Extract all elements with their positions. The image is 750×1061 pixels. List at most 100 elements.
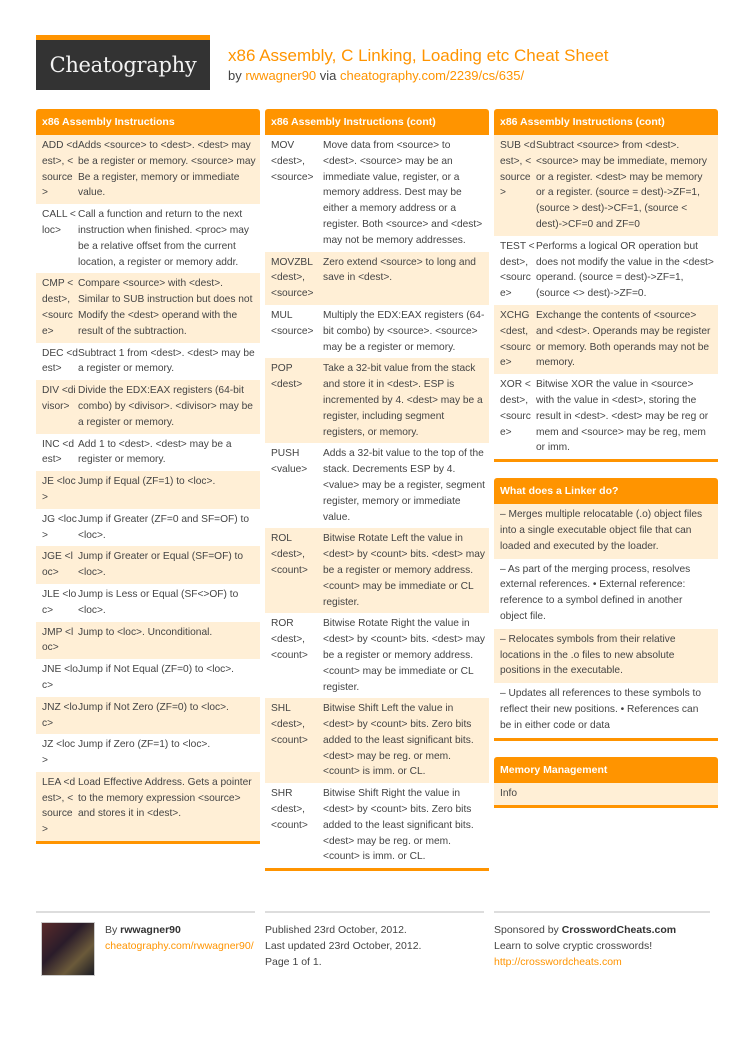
instruction-mnemonic: PUSH <value> [271, 448, 308, 476]
instruction-mnemonic: CALL <loc> [42, 209, 76, 236]
section-linker: What does a Linker do? – Merges multiple… [494, 478, 718, 741]
instruction-description: Bitwise Shift Left the value in <dest> b… [323, 703, 474, 778]
instruction-row: JGE <loc> Jump if Greater or Equal (SF=OF… [36, 546, 260, 584]
instruction-description: Call a function and return to the next i… [78, 209, 250, 268]
instruction-description: Multiply the EDX:EAX registers (64-bit c… [323, 309, 485, 353]
section-paragraph: – Relocates symbols from their relative … [494, 628, 718, 684]
footer-author: By rwwagner90 cheatography.com/rwwagner9… [36, 911, 255, 976]
instruction-mnemonic: SHR <dest>, <count> [271, 788, 308, 831]
instruction-mnemonic: JZ <loc> [42, 739, 76, 767]
instruction-description: Take a 32-bit value from the stack and s… [323, 363, 483, 438]
instruction-row: JE <loc> Jump if Equal (ZF=1) to <loc>. [36, 471, 260, 509]
instruction-description: Jump is Less or Equal (SF<>OF) to <loc>. [78, 588, 239, 616]
sponsor-tagline: Learn to solve cryptic crosswords! [494, 940, 653, 952]
instruction-row: JMP <loc> Jump to <loc>. Unconditional. [36, 621, 260, 660]
instruction-description: Adds <source> to <dest>. <dest> may be a… [78, 140, 256, 199]
instruction-description: Performs a logical OR operation but does… [536, 240, 714, 300]
instruction-row: CMP <dest>, <source> Compare <source> wit… [36, 273, 260, 343]
instruction-mnemonic: LEA <dest>, <source> [42, 776, 76, 836]
instruction-row: SUB <dest>, <source> Subtract <source> fr… [494, 135, 718, 236]
page-title: x86 Assembly, C Linking, Loading etc Che… [228, 46, 609, 65]
instruction-mnemonic: JE <loc> [42, 476, 76, 503]
instruction-description: Jump if Not Equal (ZF=0) to <loc>. [78, 664, 234, 676]
section-memory-management: Memory Management Info [494, 756, 718, 809]
instruction-description: Divide the EDX:EAX registers (64-bit com… [78, 385, 253, 428]
instruction-description: Move data from <source> to <dest>. <sour… [323, 140, 483, 246]
instruction-row: DIV <divisor> Divide the EDX:EAX register… [36, 380, 260, 434]
instruction-row: JZ <loc> Jump if Zero (ZF=1) to <loc>. [36, 734, 260, 772]
instruction-mnemonic: CMP <dest>, <source> [42, 278, 74, 337]
instruction-mnemonic: DEC <dest> [42, 347, 78, 375]
instruction-description: Add 1 to <dest>. <dest> may be a registe… [78, 438, 232, 466]
sheet-url-link[interactable]: cheatography.com/2239/cs/635/ [340, 68, 524, 83]
instruction-row: DEC <dest> Subtract 1 from <dest>. <dest>… [36, 343, 260, 381]
updated-date: Last updated 23rd October, 2012. [265, 940, 422, 952]
instruction-row: LEA <dest>, <source> Load Effective Addre… [36, 771, 260, 842]
instruction-description: Exchange the contents of <source> and <d… [536, 309, 711, 369]
instruction-row: ROL <dest>, <count> Bitwise Rotate Left t… [265, 528, 489, 614]
by-label: By [105, 924, 121, 936]
cheatography-logo[interactable]: Cheatography [36, 35, 210, 90]
instruction-mnemonic: XCHG <dest, <source> [500, 309, 531, 369]
instruction-row: MOVZBL <dest>, <source> Zero extend <sour… [265, 251, 489, 305]
instruction-row: JLE <loc> Jump is Less or Equal (SF<>OF) … [36, 584, 260, 622]
instruction-mnemonic: ROR <dest>, <count> [271, 618, 308, 661]
instruction-mnemonic: MOV <dest>, <source> [271, 140, 314, 183]
instruction-description: Bitwise Shift Right the value in <dest> … [323, 788, 474, 863]
instruction-mnemonic: TEST <dest>, <source> [500, 240, 535, 300]
instruction-mnemonic: MOVZBL <dest>, <source> [271, 256, 314, 300]
section-paragraph: – Updates all references to these symbol… [500, 688, 702, 731]
instruction-mnemonic: JMP <loc> [42, 626, 74, 654]
instruction-row: INC <dest> Add 1 to <dest>. <dest> may be… [36, 434, 260, 472]
header: x86 Assembly, C Linking, Loading etc Che… [228, 46, 609, 85]
author-avatar[interactable] [41, 922, 95, 976]
section-title: x86 Assembly Instructions (cont) [494, 109, 718, 135]
author-link[interactable]: rwwagner90 [245, 68, 316, 83]
section-x86-instructions: x86 Assembly Instructions ADD <dest>, <s… [36, 109, 260, 845]
instruction-mnemonic: DIV <divisor> [42, 385, 76, 412]
instruction-description: Jump if Not Zero (ZF=0) to <loc>. [78, 701, 229, 713]
instruction-row: ROR <dest>, <count> Bitwise Rotate Right … [265, 613, 489, 698]
instruction-mnemonic: JNZ <loc> [42, 701, 78, 729]
instruction-row: SHR <dest>, <count> Bitwise Shift Right t… [265, 783, 489, 868]
instruction-description: Adds a 32-bit value to the top of the st… [323, 448, 485, 523]
sponsor-name: CrosswordCheats.com [561, 924, 677, 936]
instruction-description: Jump if Greater or Equal (SF=OF) to <loc… [78, 551, 244, 579]
sponsor-link[interactable]: http://crosswordcheats.com [494, 954, 710, 970]
footer-author-name: rwwagner90 [120, 924, 181, 936]
footer-sponsor: Sponsored by CrosswordCheats.com Learn t… [494, 911, 710, 970]
instruction-description: Subtract 1 from <dest>. <dest> may be a … [78, 347, 255, 375]
instruction-mnemonic: JG <loc> [42, 513, 77, 541]
section-title: x86 Assembly Instructions [36, 109, 260, 135]
instruction-row: POP <dest> Take a 32-bit value from the s… [265, 358, 489, 444]
instruction-mnemonic: SHL <dest>, <count> [271, 703, 308, 746]
author-profile-link[interactable]: cheatography.com/rwwagner90/ [105, 938, 255, 954]
instruction-description: Zero extend <source> to long and save in… [323, 256, 476, 284]
instruction-row: PUSH <value> Adds a 32-bit value to the t… [265, 443, 489, 528]
by-prefix: by [228, 68, 246, 83]
instruction-mnemonic: MUL <source> [271, 309, 314, 337]
section-title: Memory Management [494, 756, 718, 783]
instruction-row: MOV <dest>, <source> Move data from <sour… [265, 135, 489, 252]
page-count: Page 1 of 1. [265, 956, 322, 968]
instruction-description: Bitwise Rotate Left the value in <dest> … [323, 533, 485, 608]
instruction-description: Bitwise Rotate Right the value in <dest>… [323, 618, 485, 693]
instruction-row: JG <loc> Jump if Greater (ZF=0 and SF=OF)… [36, 509, 260, 547]
instruction-row: XOR <dest>, <source> Bitwise XOR the valu… [494, 374, 718, 459]
instruction-description: Jump if Greater (ZF=0 and SF=OF) to <loc… [78, 513, 249, 541]
byline: by rwwagner90 via cheatography.com/2239/… [228, 67, 609, 85]
logo-text: Cheatography [49, 53, 197, 77]
via-text: via [316, 68, 341, 83]
instruction-mnemonic: JNE <loc> [42, 664, 78, 691]
instruction-mnemonic: INC <dest> [42, 438, 74, 466]
published-date: Published 23rd October, 2012. [265, 924, 407, 936]
instruction-mnemonic: JLE <loc> [42, 588, 77, 616]
column-3: x86 Assembly Instructions (cont) SUB <de… [494, 109, 718, 824]
instruction-mnemonic: ADD <dest>, <source> [42, 140, 78, 199]
instruction-mnemonic: SUB <dest>, <source> [500, 140, 536, 199]
instruction-row: CALL <loc> Call a function and return to … [36, 204, 260, 273]
section-x86-instructions-cont-1: x86 Assembly Instructions (cont) MOV <de… [265, 109, 489, 872]
instruction-description: Compare <source> with <dest>. Similar to… [78, 278, 253, 337]
instruction-mnemonic: ROL <dest>, <count> [271, 533, 308, 576]
section-x86-instructions-cont-2: x86 Assembly Instructions (cont) SUB <de… [494, 109, 718, 463]
